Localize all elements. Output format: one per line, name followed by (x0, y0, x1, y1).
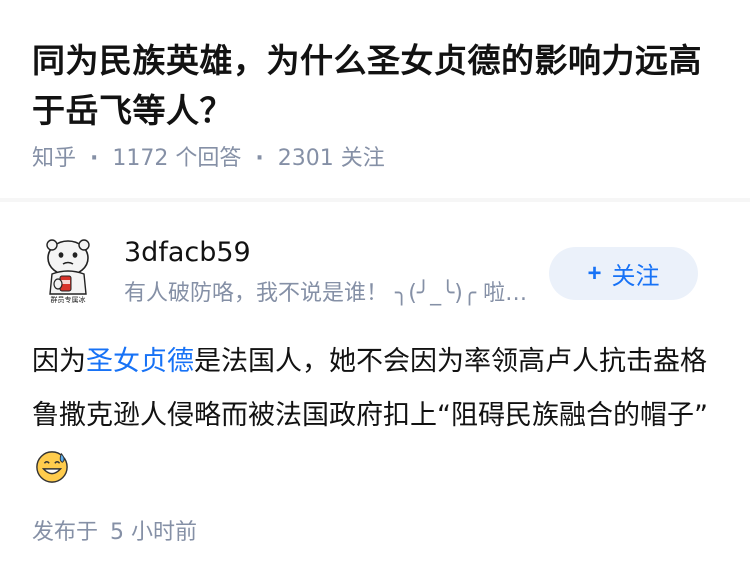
source-label[interactable]: 知乎 (32, 146, 76, 171)
follow-button[interactable]: + 关注 (549, 247, 698, 300)
author-bio: 有人破防咯，我不说是谁！ ╮(╯_╰)╭ 啦啦啦 (124, 281, 534, 306)
publish-time-label: 发布于 (32, 520, 99, 545)
answer-content: 因为圣女贞德是法国人，她不会因为率领高卢人抗击盎格鲁撒克逊人侵略而被法国政府扣上… (32, 335, 722, 497)
author-name[interactable]: 3dfacb59 (124, 236, 251, 270)
publish-time-value[interactable]: 5 小时前 (110, 520, 197, 545)
answer-card: 群员专属冰 3dfacb59 有人破防咯，我不说是谁！ ╮(╯_╰)╭ 啦啦啦 … (0, 202, 750, 586)
question-header: 同为民族英雄，为什么圣女贞德的影响力远高于岳飞等人？ 知乎 · 1172 个回答 · 2… (0, 0, 750, 200)
answer-count-label[interactable]: 个回答 (175, 146, 241, 171)
follower-count[interactable]: 2301 (278, 146, 334, 171)
topic-link[interactable]: 圣女贞德 (86, 346, 194, 377)
content-text: 因为 (32, 346, 86, 377)
follow-button-label: 关注 (611, 263, 660, 290)
publish-time: 发布于 5 小时前 (32, 517, 197, 549)
separator-dot: · (90, 146, 99, 171)
question-title[interactable]: 同为民族英雄，为什么圣女贞德的影响力远高于岳飞等人？ (32, 36, 722, 136)
answer-count[interactable]: 1172 (112, 146, 168, 171)
question-meta: 知乎 · 1172 个回答 · 2301 关注 (32, 143, 385, 175)
separator-dot: · (255, 146, 264, 171)
follower-count-label[interactable]: 关注 (341, 146, 385, 171)
avatar[interactable]: 群员专属冰 (32, 234, 104, 306)
plus-icon: + (587, 259, 602, 287)
grinning-sweat-emoji-icon (36, 451, 68, 483)
avatar-caption: 群员专属冰 (50, 296, 86, 304)
